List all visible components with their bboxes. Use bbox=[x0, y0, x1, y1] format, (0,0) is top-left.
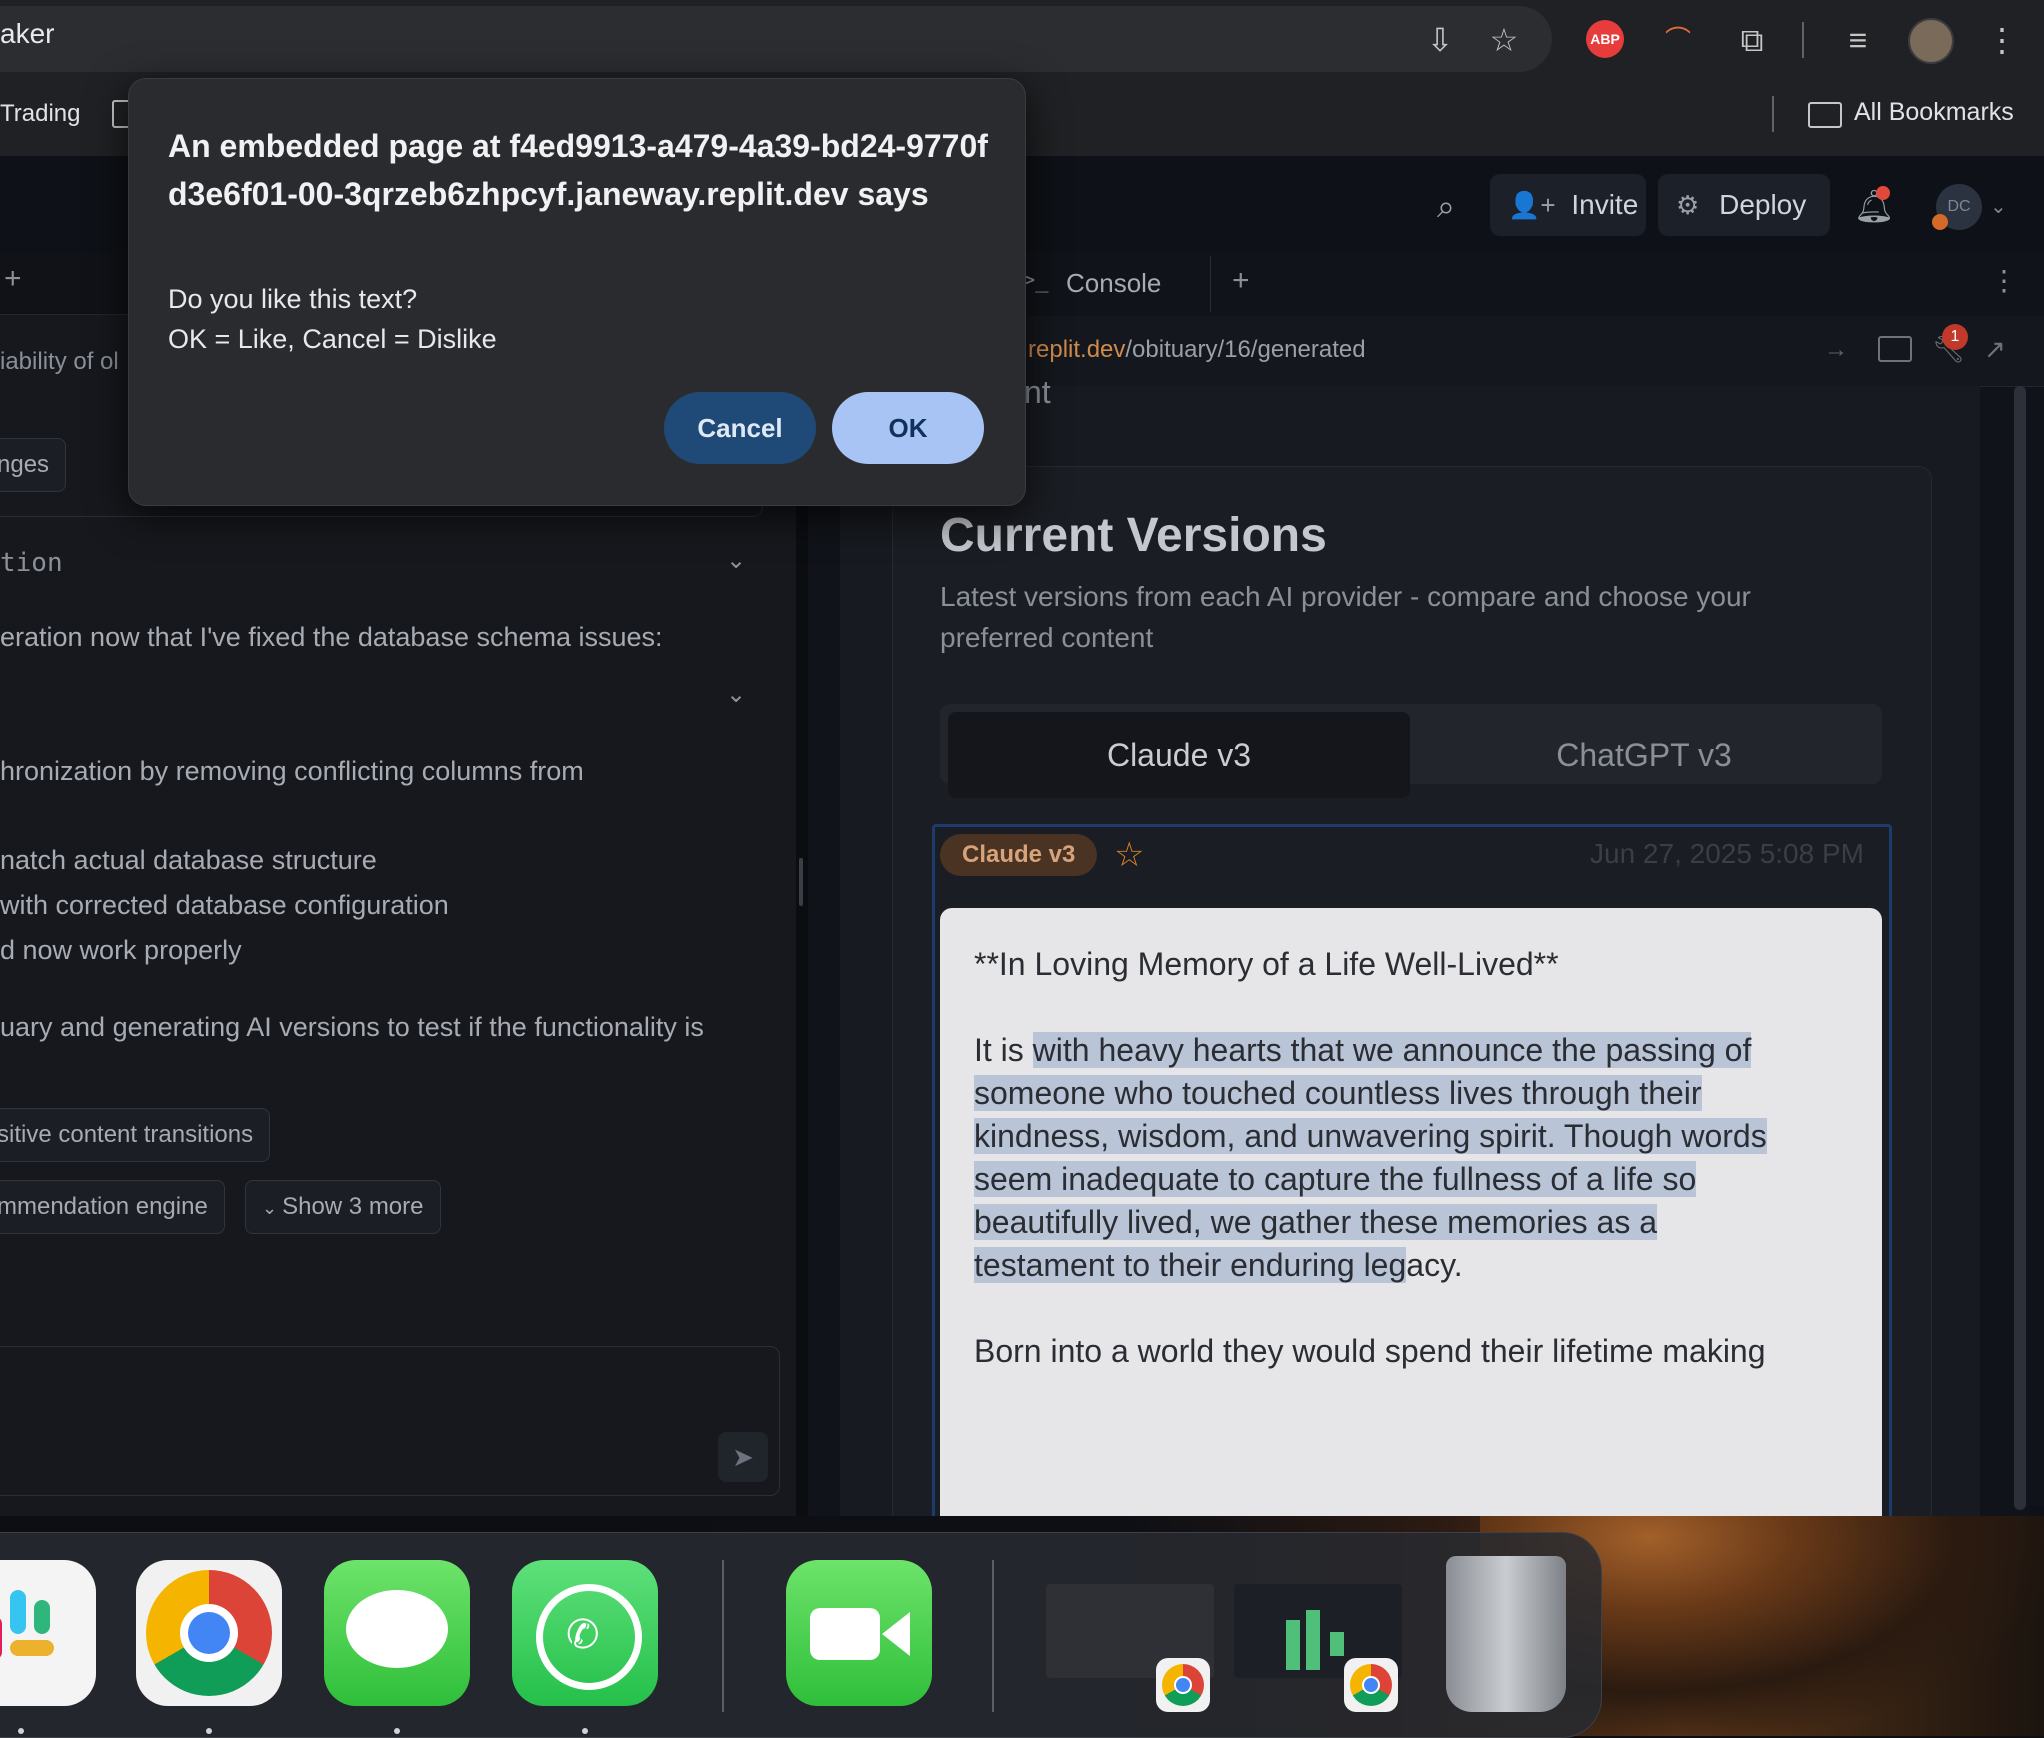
go-arrow-icon[interactable]: → bbox=[1824, 336, 1848, 364]
bookmarks-divider bbox=[1772, 96, 1774, 132]
expand-chevron-icon[interactable]: ⌄ bbox=[726, 546, 746, 575]
expand-chevron-icon[interactable]: ⌄ bbox=[726, 680, 746, 709]
dock-separator bbox=[722, 1560, 724, 1712]
deploy-label: Deploy bbox=[1719, 189, 1807, 220]
show-more-label: Show 3 more bbox=[282, 1193, 424, 1220]
show-more-button[interactable]: ⌄ Show 3 more bbox=[245, 1180, 441, 1234]
tab-chatgpt-v3[interactable]: ChatGPT v3 bbox=[1414, 712, 1874, 776]
extensions-puzzle-icon[interactable]: ⧉ bbox=[1730, 20, 1774, 60]
chrome-badge-icon bbox=[1344, 1658, 1398, 1712]
partial-heading: nt bbox=[1024, 374, 1051, 410]
preview-scrollbar[interactable] bbox=[2014, 386, 2026, 1510]
add-tab-icon[interactable]: + bbox=[1232, 264, 1250, 298]
suggestion-chip[interactable]: sitive content transitions bbox=[0, 1108, 271, 1162]
text-selection: kindness, wisdom, and unwavering spirit.… bbox=[974, 1118, 1767, 1154]
page-title: Current Versions bbox=[940, 509, 1327, 562]
color-extension-icon[interactable]: ⌒ bbox=[1656, 20, 1700, 60]
messages-icon[interactable] bbox=[324, 1560, 470, 1706]
running-indicator bbox=[206, 1728, 212, 1734]
search-icon[interactable]: ⌕ bbox=[1424, 186, 1468, 226]
obituary-line: kindness, wisdom, and unwavering spirit.… bbox=[974, 1118, 1767, 1155]
favorite-star-icon[interactable]: ☆ bbox=[1114, 834, 1144, 876]
notification-dot bbox=[1876, 186, 1890, 200]
chat-header-partial: iability of ol bbox=[0, 348, 119, 375]
provider-badge: Claude v3 bbox=[940, 834, 1098, 876]
text-selection: seem inadequate to capture the fullness … bbox=[974, 1161, 1697, 1197]
address-bar-text: aker bbox=[0, 18, 55, 49]
dialog-title: An embedded page at f4ed9913-a479-4a39-b… bbox=[168, 128, 988, 212]
chat-message-line: uary and generating AI versions to test … bbox=[0, 1012, 704, 1042]
tab-console[interactable]: Console bbox=[1066, 268, 1161, 299]
tab-divider bbox=[1210, 256, 1211, 312]
running-indicator bbox=[582, 1728, 588, 1734]
subtitle-line: Latest versions from each AI provider - … bbox=[940, 581, 1751, 612]
chat-message-line: with corrected database configuration bbox=[0, 890, 449, 920]
kebab-menu-icon[interactable]: ⋮ bbox=[1980, 20, 2024, 60]
send-icon[interactable]: ➤ bbox=[718, 1432, 768, 1482]
avatar-status-dot bbox=[1932, 214, 1948, 230]
obituary-line: It is with heavy hearts that we announce… bbox=[974, 1032, 1752, 1068]
dialog-message: Do you like this text? bbox=[168, 284, 418, 314]
version-timestamp: Jun 27, 2025 5:08 PM bbox=[1590, 838, 1864, 869]
open-external-icon[interactable]: ↗ bbox=[1984, 334, 2006, 365]
chrome-badge-icon bbox=[1156, 1658, 1210, 1712]
toolbar-divider bbox=[1802, 22, 1804, 58]
deploy-button[interactable]: ⚙ Deploy bbox=[1658, 174, 1830, 236]
all-bookmarks[interactable]: All Bookmarks bbox=[1854, 98, 2014, 127]
device-preview-icon[interactable] bbox=[1878, 336, 1912, 362]
url-host: replit.dev bbox=[1028, 336, 1126, 363]
cancel-button[interactable]: Cancel bbox=[664, 392, 816, 464]
bookmark-trading[interactable]: Trading bbox=[0, 100, 80, 128]
webview-url[interactable]: replit.dev/obituary/16/generated bbox=[1028, 336, 1366, 364]
chat-message-line: d now work properly bbox=[0, 935, 242, 965]
chat-message-line: eration now that I've fixed the database… bbox=[0, 622, 663, 652]
chevron-down-icon: ⌄ bbox=[262, 1198, 283, 1218]
install-app-icon[interactable]: ⇩ bbox=[1418, 20, 1462, 60]
obituary-line: seem inadequate to capture the fullness … bbox=[974, 1161, 1697, 1198]
error-count-badge: 1 bbox=[1942, 324, 1968, 350]
deploy-icon: ⚙ bbox=[1676, 190, 1700, 220]
facetime-icon[interactable] bbox=[786, 1560, 932, 1706]
dialog-message: OK = Like, Cancel = Dislike bbox=[168, 324, 497, 354]
running-indicator bbox=[18, 1728, 24, 1734]
user-plus-icon: 👤+ bbox=[1508, 190, 1556, 220]
bookmark-star-icon[interactable]: ☆ bbox=[1482, 20, 1526, 60]
obituary-line: beautifully lived, we gather these memor… bbox=[974, 1204, 1658, 1241]
suggestion-chip[interactable]: mmendation engine bbox=[0, 1180, 225, 1234]
address-bar[interactable] bbox=[0, 6, 1552, 72]
text-selection: with heavy hearts that we announce the p… bbox=[1032, 1032, 1752, 1068]
subtitle-line: preferred content bbox=[940, 622, 1154, 653]
trash-icon[interactable] bbox=[1446, 1556, 1566, 1712]
code-section-heading: tion bbox=[0, 548, 63, 578]
text-selection: beautifully lived, we gather these memor… bbox=[974, 1204, 1658, 1240]
profile-avatar[interactable] bbox=[1908, 18, 1954, 64]
folder-icon bbox=[1808, 102, 1842, 128]
invite-label: Invite bbox=[1571, 189, 1639, 220]
invite-button[interactable]: 👤+ Invite bbox=[1490, 174, 1646, 236]
chat-message-line: natch actual database structure bbox=[0, 845, 377, 875]
tab-claude-v3[interactable]: Claude v3 bbox=[948, 712, 1410, 798]
slack-icon[interactable] bbox=[0, 1560, 96, 1706]
add-tab-icon[interactable]: + bbox=[4, 262, 22, 296]
chat-message-line: hronization by removing conflicting colu… bbox=[0, 756, 584, 786]
chevron-down-icon[interactable]: ⌄ bbox=[1990, 194, 2007, 219]
obituary-line: Born into a world they would spend their… bbox=[974, 1333, 1766, 1369]
obituary-heading: **In Loving Memory of a Life Well-Lived*… bbox=[974, 946, 1559, 982]
chat-input[interactable] bbox=[0, 1346, 780, 1496]
pane-menu-icon[interactable]: ⋮ bbox=[1990, 264, 2018, 297]
obituary-line: testament to their enduring legacy. bbox=[974, 1247, 1463, 1283]
generated-obituary-text[interactable]: **In Loving Memory of a Life Well-Lived*… bbox=[940, 908, 1882, 1528]
text-selection: someone who touched countless lives thro… bbox=[974, 1075, 1702, 1111]
adblock-extension-icon[interactable]: ABP bbox=[1586, 20, 1624, 58]
obituary-line: someone who touched countless lives thro… bbox=[974, 1075, 1702, 1112]
dock-separator bbox=[992, 1560, 994, 1712]
running-indicator bbox=[394, 1728, 400, 1734]
url-path: /obituary/16/generated bbox=[1125, 336, 1366, 363]
chrome-icon[interactable] bbox=[136, 1560, 282, 1706]
reading-list-icon[interactable]: ≡ bbox=[1836, 20, 1880, 60]
page-subtitle: Latest versions from each AI provider - … bbox=[940, 576, 1880, 658]
resize-grip[interactable] bbox=[799, 858, 803, 906]
whatsapp-icon[interactable]: ✆ bbox=[512, 1560, 658, 1706]
ok-button[interactable]: OK bbox=[832, 392, 984, 464]
